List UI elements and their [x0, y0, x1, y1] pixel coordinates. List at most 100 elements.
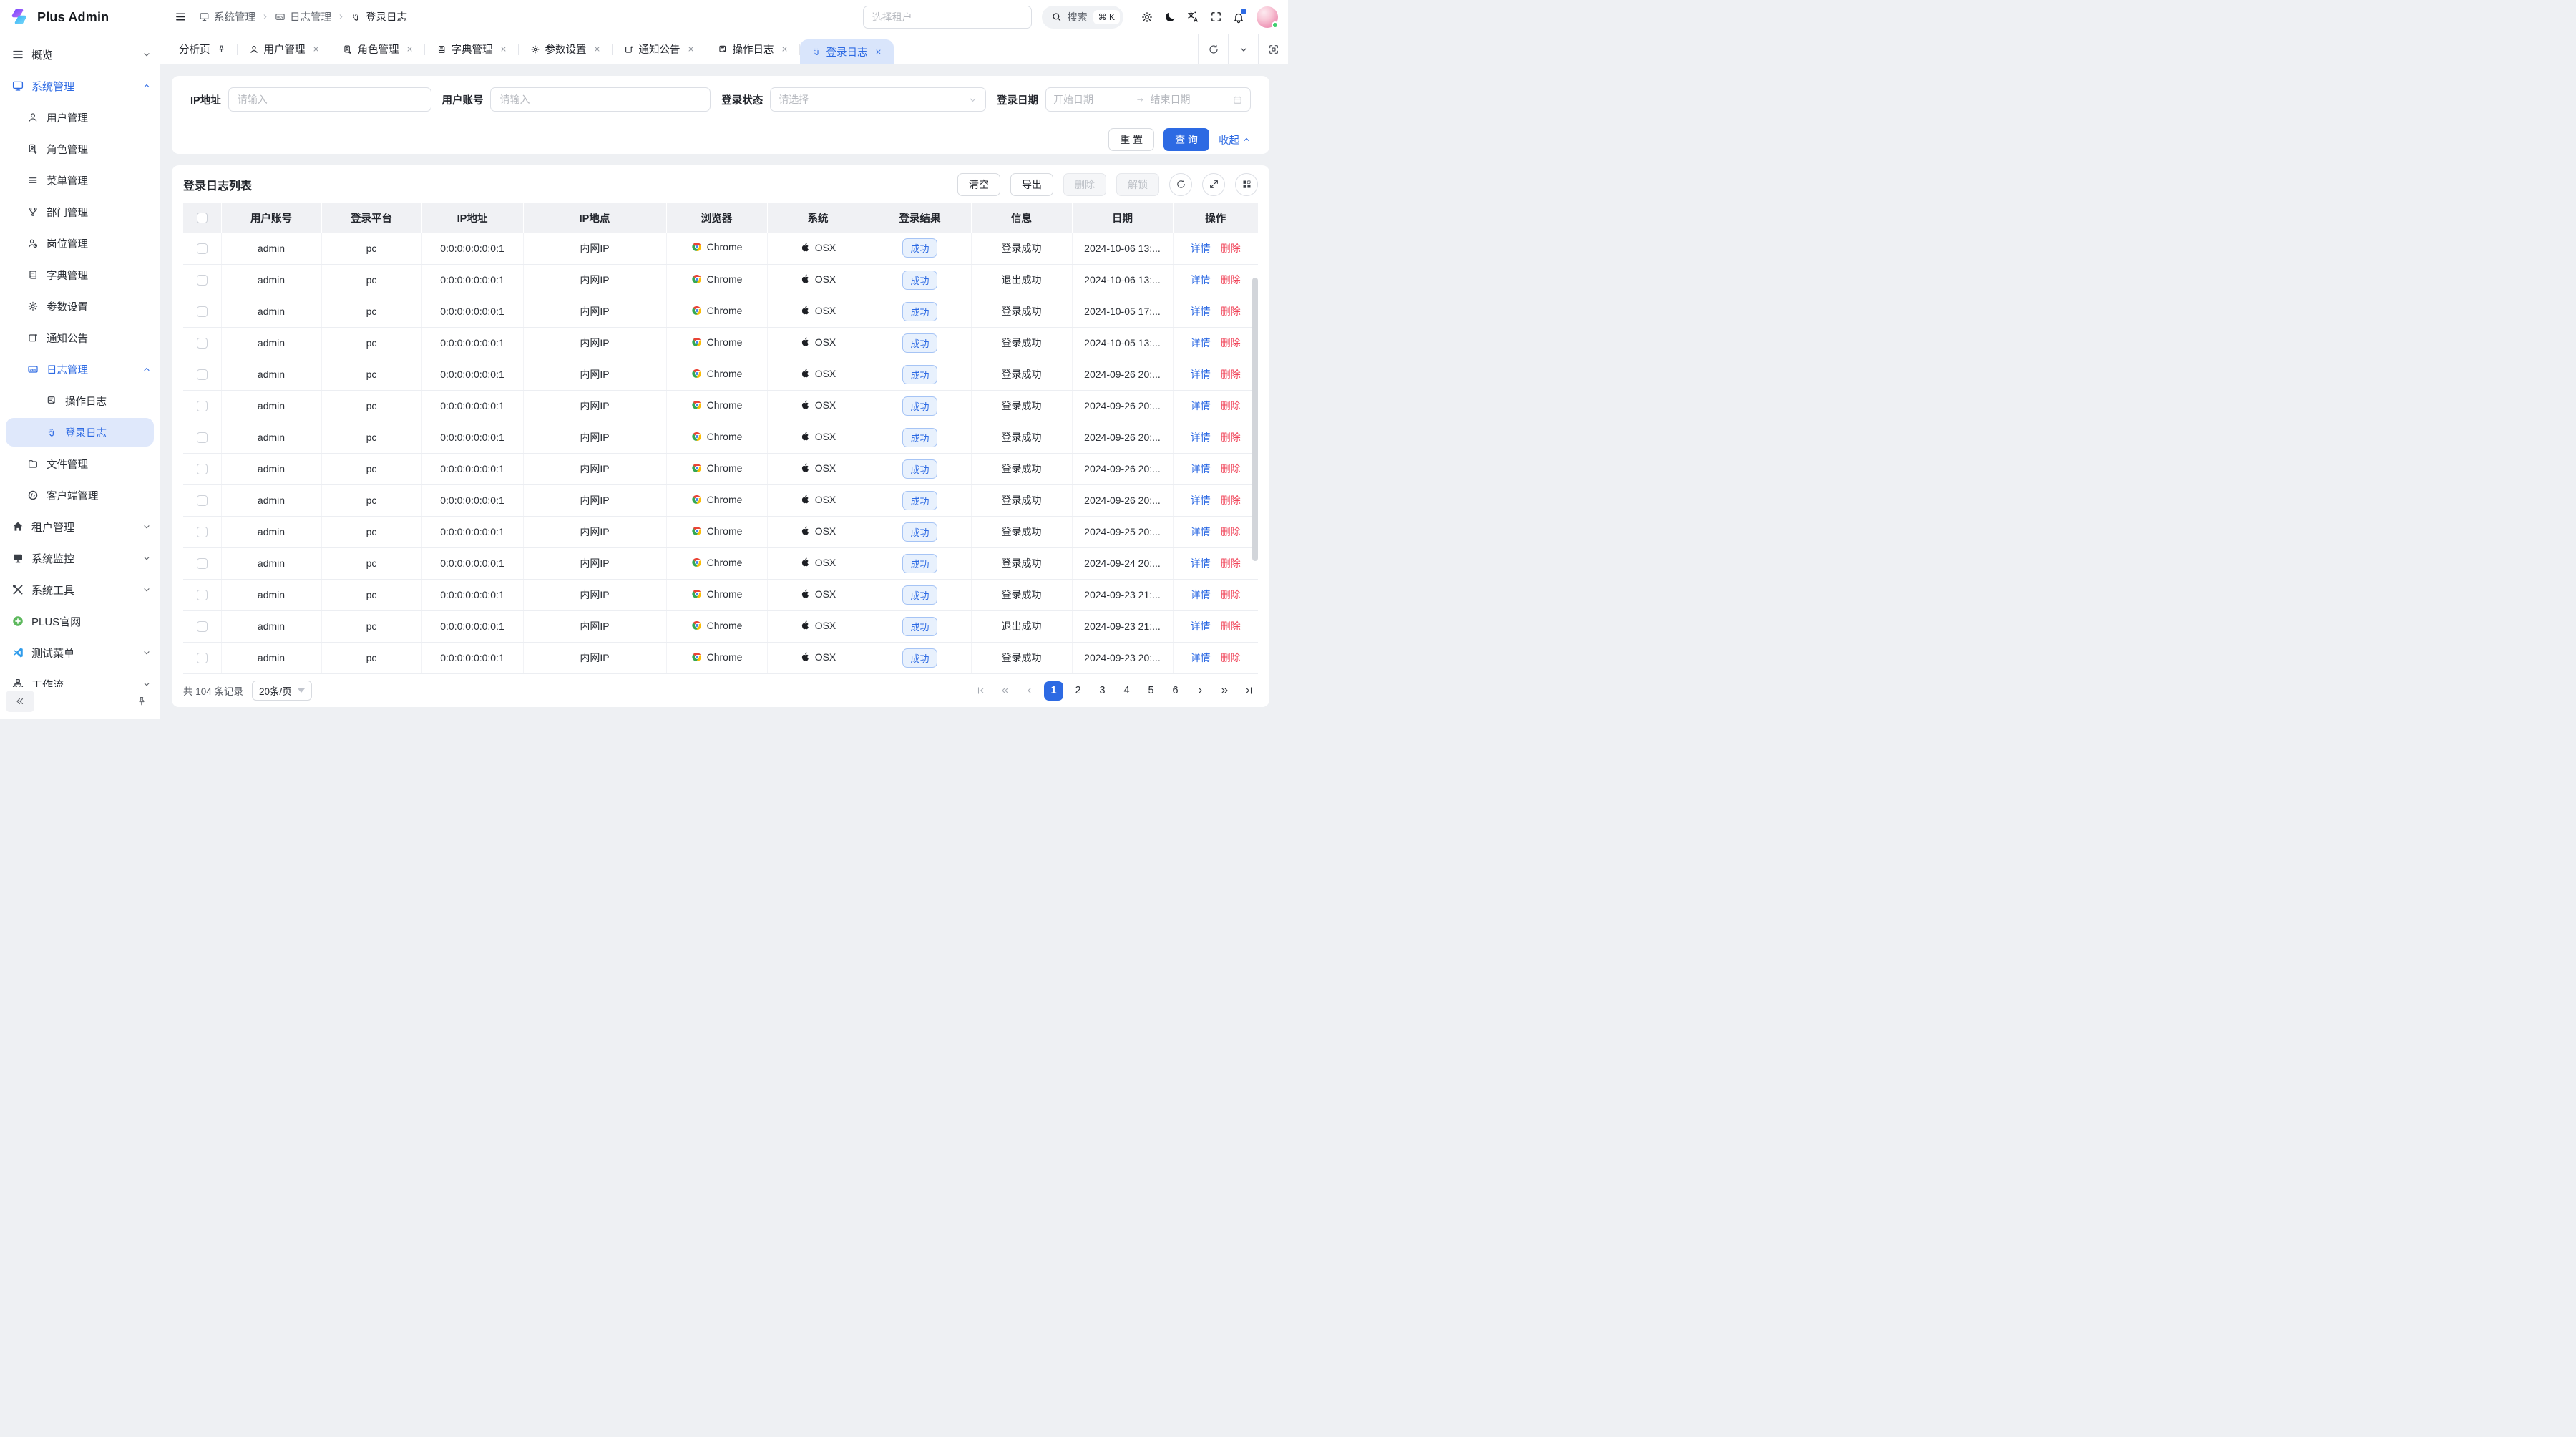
row-checkbox[interactable]: [197, 338, 208, 349]
account-input[interactable]: 请输入: [490, 87, 711, 112]
sidebar-item-overview[interactable]: 概览: [0, 39, 160, 70]
tab-param-settings[interactable]: 参数设置: [519, 34, 613, 64]
row-checkbox[interactable]: [197, 401, 208, 411]
tenant-select-input[interactable]: 选择租户: [863, 6, 1032, 29]
page-button-3[interactable]: 3: [1093, 681, 1112, 701]
prev-page-button[interactable]: [1020, 681, 1039, 701]
detail-link[interactable]: 详情: [1191, 495, 1211, 506]
close-icon[interactable]: [593, 45, 601, 53]
tab-analysis[interactable]: 分析页: [167, 34, 238, 64]
sidebar-item-notice[interactable]: 通知公告: [0, 322, 160, 354]
tab-fullscreen-icon[interactable]: [1258, 34, 1288, 64]
delete-link[interactable]: 删除: [1221, 306, 1241, 317]
next-pages-button[interactable]: [1214, 681, 1234, 701]
page-button-1[interactable]: 1: [1044, 681, 1063, 701]
tab-login-log[interactable]: 登录日志: [800, 39, 894, 64]
delete-link[interactable]: 删除: [1221, 652, 1241, 663]
clear-button[interactable]: 清空: [957, 173, 1000, 196]
sidebar-item-post-mgmt[interactable]: 岗位管理: [0, 228, 160, 259]
sidebar-item-dict-mgmt[interactable]: 字典管理: [0, 259, 160, 291]
row-checkbox[interactable]: [197, 275, 208, 286]
notifications-bell-icon[interactable]: [1228, 6, 1249, 28]
status-select[interactable]: 请选择: [770, 87, 986, 112]
delete-link[interactable]: 删除: [1221, 495, 1241, 506]
detail-link[interactable]: 详情: [1191, 463, 1211, 474]
detail-link[interactable]: 详情: [1191, 620, 1211, 632]
language-translate-icon[interactable]: 文A: [1182, 6, 1204, 28]
global-search-button[interactable]: 搜索 ⌘ K: [1042, 6, 1123, 29]
tab-user-mgmt[interactable]: 用户管理: [238, 34, 331, 64]
dark-mode-moon-icon[interactable]: [1159, 6, 1181, 28]
tab-notice[interactable]: 通知公告: [613, 34, 706, 64]
delete-link[interactable]: 删除: [1221, 620, 1241, 632]
tab-role-mgmt[interactable]: 角色管理: [331, 34, 425, 64]
delete-link[interactable]: 删除: [1221, 557, 1241, 569]
detail-link[interactable]: 详情: [1191, 557, 1211, 569]
row-checkbox[interactable]: [197, 369, 208, 380]
user-avatar[interactable]: [1257, 6, 1278, 28]
sidebar-item-file-mgmt[interactable]: 文件管理: [0, 448, 160, 479]
date-range-picker[interactable]: 开始日期结束日期: [1045, 87, 1251, 112]
detail-link[interactable]: 详情: [1191, 274, 1211, 286]
detail-link[interactable]: 详情: [1191, 337, 1211, 349]
sidebar-item-system-monitor[interactable]: 系统监控: [0, 542, 160, 574]
sidebar-item-client-mgmt[interactable]: 客户端管理: [0, 479, 160, 511]
close-icon[interactable]: [406, 45, 414, 53]
sidebar-item-menu-mgmt[interactable]: 菜单管理: [0, 165, 160, 196]
sidebar-item-op-log[interactable]: 操作日志: [0, 385, 160, 417]
row-checkbox[interactable]: [197, 464, 208, 474]
delete-link[interactable]: 删除: [1221, 274, 1241, 286]
fullscreen-icon[interactable]: [1205, 6, 1226, 28]
sidebar-item-role-mgmt[interactable]: 角色管理: [0, 133, 160, 165]
page-button-4[interactable]: 4: [1117, 681, 1136, 701]
query-button[interactable]: 查 询: [1163, 128, 1209, 151]
detail-link[interactable]: 详情: [1191, 243, 1211, 254]
tab-op-log[interactable]: 操作日志: [706, 34, 800, 64]
detail-link[interactable]: 详情: [1191, 306, 1211, 317]
sidebar-item-tenant-mgmt[interactable]: 租户管理: [0, 511, 160, 542]
sidebar-item-system-mgmt[interactable]: 系统管理: [0, 70, 160, 102]
close-icon[interactable]: [312, 45, 320, 53]
breadcrumb-item-system-mgmt[interactable]: 系统管理: [199, 9, 255, 24]
detail-link[interactable]: 详情: [1191, 526, 1211, 537]
row-checkbox[interactable]: [197, 243, 208, 254]
row-checkbox[interactable]: [197, 590, 208, 600]
close-icon[interactable]: [687, 45, 695, 53]
columns-icon-button[interactable]: [1235, 173, 1258, 196]
collapse-filter-link[interactable]: 收起: [1219, 132, 1251, 147]
sidebar-item-workflow[interactable]: 工作流: [0, 668, 160, 687]
pin-icon[interactable]: [217, 44, 226, 54]
breadcrumb-item-login-log[interactable]: 登录日志: [351, 9, 407, 24]
page-button-2[interactable]: 2: [1068, 681, 1088, 701]
detail-link[interactable]: 详情: [1191, 652, 1211, 663]
sidebar-item-system-tools[interactable]: 系统工具: [0, 574, 160, 605]
expand-icon-button[interactable]: [1202, 173, 1225, 196]
sidebar-item-log-mgmt[interactable]: DEV日志管理: [0, 354, 160, 385]
delete-link[interactable]: 删除: [1221, 526, 1241, 537]
sidebar-item-user-mgmt[interactable]: 用户管理: [0, 102, 160, 133]
sidebar-collapse-button[interactable]: [6, 691, 34, 712]
sidebar-item-test-menu[interactable]: 测试菜单: [0, 637, 160, 668]
breadcrumb-item-log-mgmt[interactable]: DEV日志管理: [275, 9, 331, 24]
detail-link[interactable]: 详情: [1191, 369, 1211, 380]
close-icon[interactable]: [499, 45, 507, 53]
row-checkbox[interactable]: [197, 527, 208, 537]
tab-refresh-icon[interactable]: [1198, 34, 1228, 64]
last-page-button[interactable]: [1239, 681, 1258, 701]
delete-link[interactable]: 删除: [1221, 337, 1241, 349]
page-button-6[interactable]: 6: [1166, 681, 1185, 701]
tab-list-chevron-icon[interactable]: [1228, 34, 1258, 64]
export-button[interactable]: 导出: [1010, 173, 1053, 196]
close-icon[interactable]: [874, 48, 882, 56]
sidebar-item-param-settings[interactable]: 参数设置: [0, 291, 160, 322]
row-checkbox[interactable]: [197, 558, 208, 569]
row-checkbox[interactable]: [197, 653, 208, 663]
reset-button[interactable]: 重 置: [1108, 128, 1154, 151]
refresh-icon-button[interactable]: [1169, 173, 1192, 196]
table-scrollbar-thumb[interactable]: [1252, 278, 1258, 561]
row-checkbox[interactable]: [197, 621, 208, 632]
sidebar-pin-button[interactable]: [131, 691, 152, 712]
sidebar-item-dept-mgmt[interactable]: 部门管理: [0, 196, 160, 228]
delete-link[interactable]: 删除: [1221, 432, 1241, 443]
delete-link[interactable]: 删除: [1221, 243, 1241, 254]
